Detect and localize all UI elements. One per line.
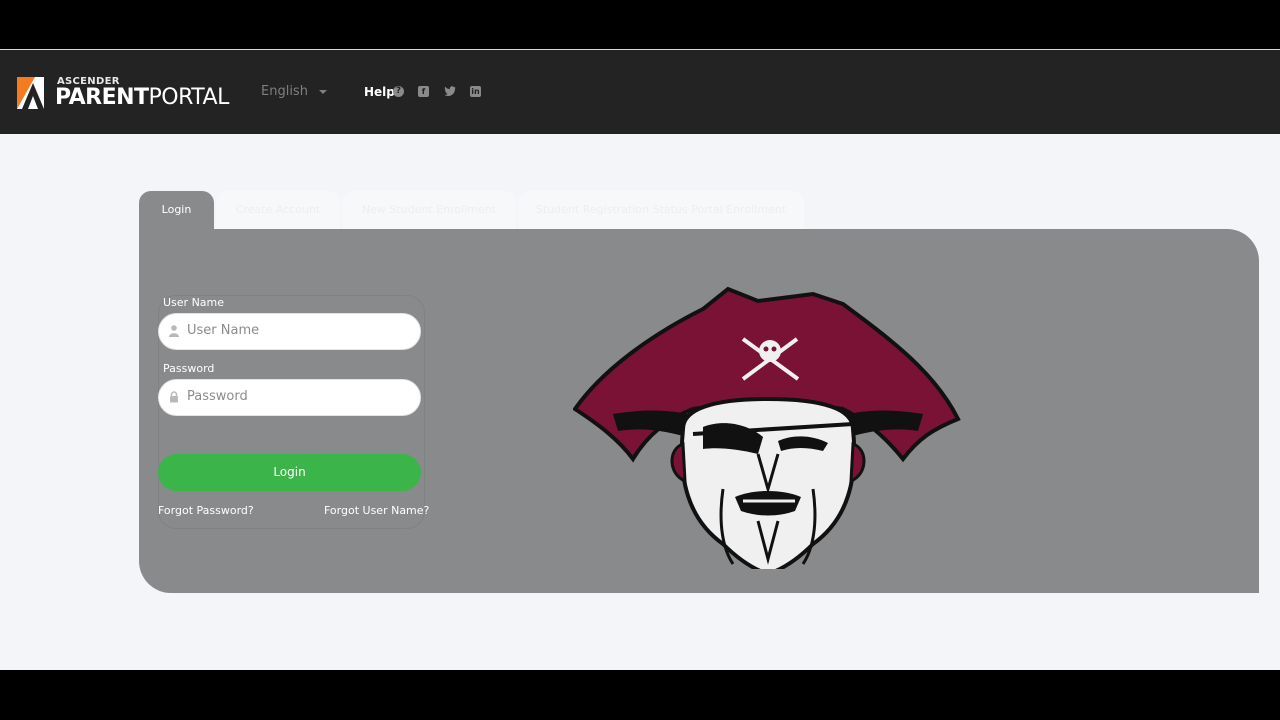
tab-new-student-enrollment[interactable]: New Student Enrollment xyxy=(342,191,516,229)
tab-create-account[interactable]: Create Account xyxy=(216,191,340,229)
logo-wordmark-bold: PARENT xyxy=(55,85,149,110)
letterbox-bottom xyxy=(0,670,1280,720)
help-link[interactable]: Help xyxy=(364,85,395,99)
language-label: English xyxy=(261,84,308,99)
pirate-mascot-image xyxy=(573,286,961,569)
tab-registration-status[interactable]: Student Registration Status Portal Enrol… xyxy=(518,191,804,229)
facebook-icon[interactable]: f xyxy=(418,86,429,97)
login-button[interactable]: Login xyxy=(158,454,421,491)
top-header: ASCENDER PARENTPORTAL English Help ? f i… xyxy=(0,50,1280,134)
username-label: User Name xyxy=(163,296,225,309)
twitter-icon[interactable] xyxy=(444,86,456,97)
ascender-logo-icon xyxy=(17,77,49,109)
question-circle-icon[interactable]: ? xyxy=(393,86,404,97)
username-input[interactable] xyxy=(187,323,412,338)
logo-wordmark: PARENTPORTAL xyxy=(55,85,229,110)
letterbox-top xyxy=(0,0,1280,50)
lock-icon xyxy=(170,391,178,403)
login-panel: User Name Password Login Forgot Password… xyxy=(139,229,1259,593)
password-input[interactable] xyxy=(187,389,412,404)
language-selector[interactable]: English xyxy=(261,84,327,99)
username-field[interactable] xyxy=(158,313,421,350)
logo-wordmark-light: PORTAL xyxy=(148,85,230,110)
tab-login[interactable]: Login xyxy=(139,191,214,229)
forgot-password-link[interactable]: Forgot Password? xyxy=(158,504,254,517)
main-content: Login Create Account New Student Enrollm… xyxy=(0,134,1280,670)
user-icon xyxy=(169,325,179,337)
forgot-username-link[interactable]: Forgot User Name? xyxy=(324,504,429,517)
chevron-down-icon xyxy=(319,90,327,94)
password-field[interactable] xyxy=(158,379,421,416)
password-label: Password xyxy=(163,362,215,375)
linkedin-icon[interactable]: in xyxy=(470,86,481,97)
